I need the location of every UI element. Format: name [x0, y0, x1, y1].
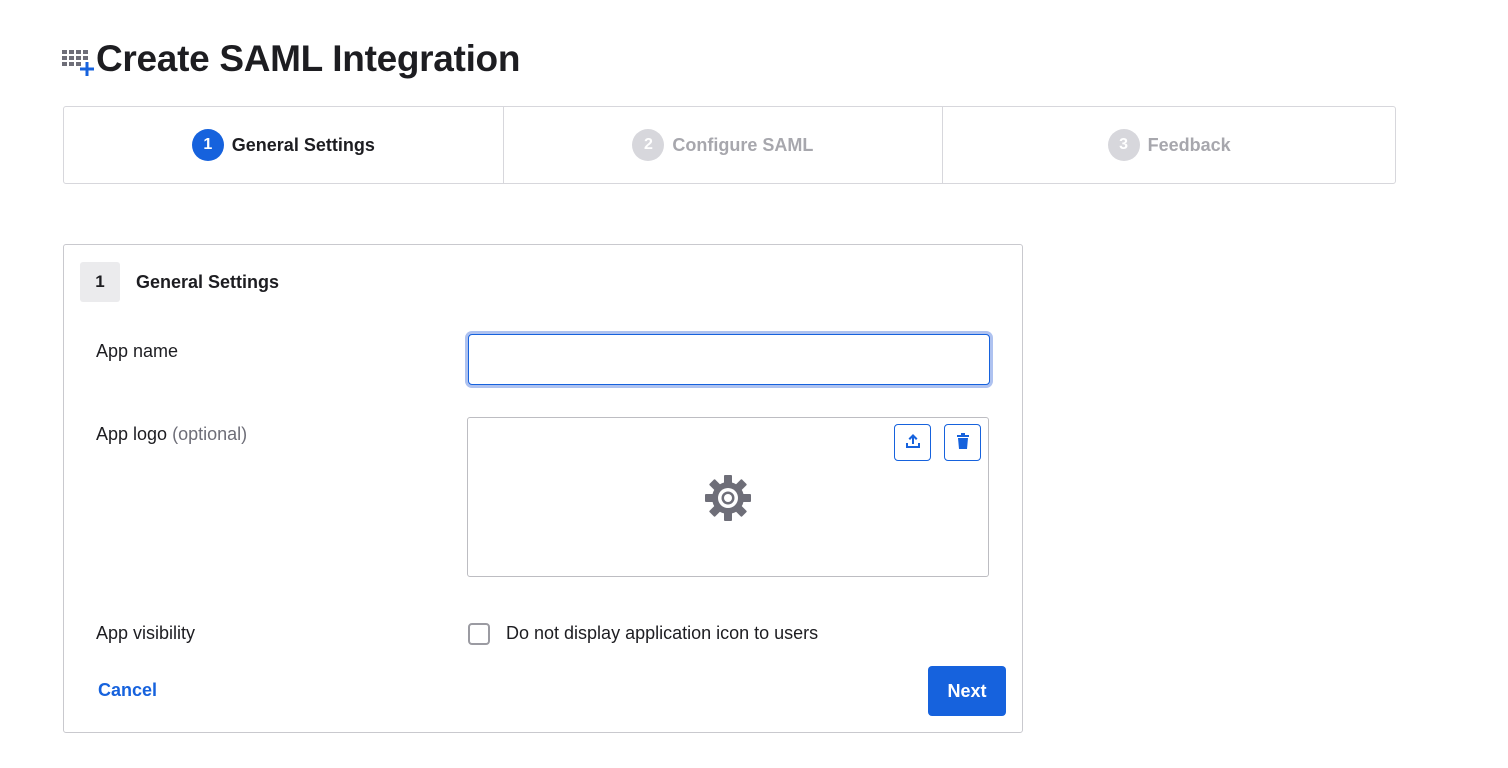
upload-logo-button[interactable] [894, 424, 931, 461]
app-logo-label-text: App logo [96, 424, 168, 444]
upload-icon [903, 431, 923, 454]
next-button[interactable]: Next [928, 666, 1006, 716]
app-visibility-label: App visibility [96, 623, 196, 643]
step-label: General Settings [231, 134, 375, 155]
page-title: Create SAML Integration [96, 38, 521, 79]
section-title: General Settings [136, 271, 280, 292]
step-number: 3 [1107, 129, 1140, 161]
wizard-stepper: 1 General Settings 2 Configure SAML 3 Fe… [63, 106, 1396, 184]
page-header: Create SAML Integration [60, 38, 520, 80]
step-number: 2 [632, 129, 665, 161]
gear-icon [703, 473, 753, 523]
trash-icon [953, 431, 973, 454]
step-label: Configure SAML [672, 134, 814, 155]
app-integration-add-icon [60, 41, 96, 77]
step-feedback: 3 Feedback [943, 107, 1395, 183]
hide-icon-checkbox[interactable] [468, 623, 490, 645]
step-general-settings: 1 General Settings [64, 107, 504, 183]
optional-hint: (optional) [172, 424, 248, 444]
app-logo-label: App logo (optional) [96, 424, 247, 445]
section-header: 1 General Settings [80, 262, 279, 302]
hide-icon-checkbox-label[interactable]: Do not display application icon to users [506, 623, 818, 644]
app-name-input[interactable] [468, 334, 990, 385]
section-number: 1 [80, 262, 120, 302]
app-logo-dropzone[interactable] [467, 417, 989, 577]
step-label: Feedback [1147, 134, 1231, 155]
general-settings-card: 1 General Settings App name App logo (op… [63, 244, 1023, 733]
delete-logo-button[interactable] [944, 424, 981, 461]
step-number: 1 [191, 129, 224, 161]
step-configure-saml: 2 Configure SAML [504, 107, 944, 183]
cancel-link[interactable]: Cancel [98, 680, 157, 701]
app-name-label: App name [96, 341, 179, 361]
